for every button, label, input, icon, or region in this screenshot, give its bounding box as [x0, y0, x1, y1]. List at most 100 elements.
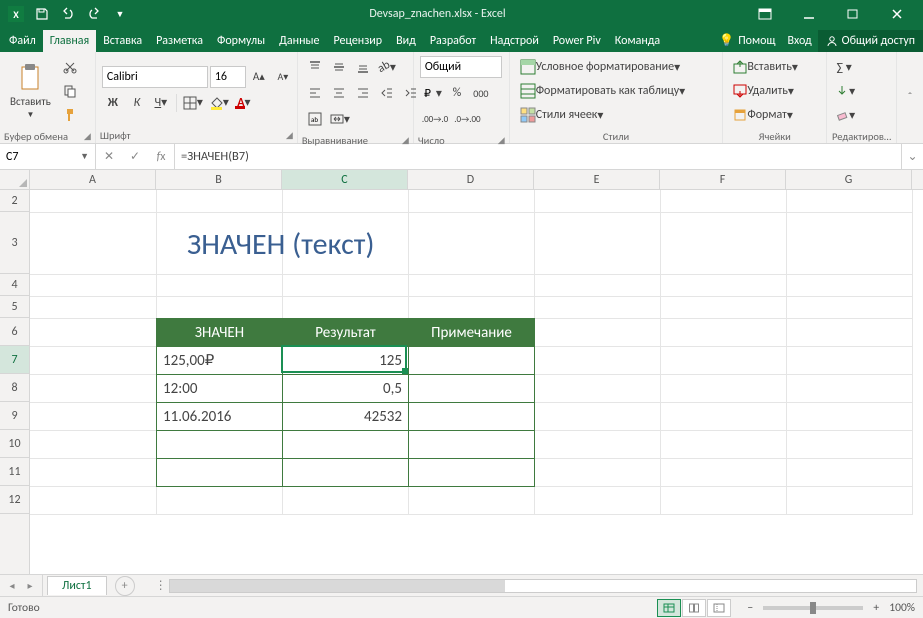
sheet-tab[interactable]: Лист1: [47, 576, 107, 595]
close-button[interactable]: [875, 0, 919, 28]
font-color-button[interactable]: A▾: [233, 92, 255, 114]
cell[interactable]: [409, 375, 535, 403]
name-box-input[interactable]: [6, 150, 76, 164]
row-header[interactable]: 9: [0, 402, 29, 430]
merge-center-button[interactable]: ▾: [328, 108, 352, 130]
table-header[interactable]: Примечание: [409, 319, 535, 347]
cell[interactable]: 0,5: [283, 375, 409, 403]
select-all-corner[interactable]: [0, 170, 30, 190]
name-box-dropdown[interactable]: ▼: [80, 151, 89, 162]
tab-home[interactable]: Главная: [43, 30, 96, 52]
minimize-button[interactable]: [787, 0, 831, 28]
number-format-combo[interactable]: [420, 56, 502, 78]
column-header[interactable]: E: [534, 170, 660, 189]
column-header[interactable]: C: [282, 170, 408, 189]
bold-button[interactable]: Ж: [102, 92, 124, 114]
fill-button[interactable]: ▾: [833, 80, 857, 102]
column-header[interactable]: A: [30, 170, 156, 189]
sign-in-link[interactable]: Вход: [781, 30, 817, 52]
save-button[interactable]: [30, 3, 54, 25]
font-name-combo[interactable]: [102, 66, 208, 88]
column-header[interactable]: B: [156, 170, 282, 189]
align-right-button[interactable]: [352, 82, 374, 104]
font-dialog-launcher[interactable]: ◢: [286, 130, 293, 141]
row-header[interactable]: 6: [0, 318, 29, 346]
page-break-view-button[interactable]: [707, 599, 731, 617]
formula-input[interactable]: =ЗНАЧЕН(B7): [175, 144, 901, 169]
worksheet-area[interactable]: 23456789101112 ЗНАЧЕН (текст) ЗНАЧЕН Рез…: [0, 190, 923, 574]
fill-color-button[interactable]: ▾: [207, 92, 231, 114]
align-middle-button[interactable]: [328, 56, 350, 78]
row-header[interactable]: 8: [0, 374, 29, 402]
table-header[interactable]: ЗНАЧЕН: [157, 319, 283, 347]
excel-app-icon[interactable]: X: [4, 3, 28, 25]
decrease-indent-button[interactable]: [376, 82, 398, 104]
cell[interactable]: [409, 431, 535, 459]
cell[interactable]: 125,00₽: [157, 347, 283, 375]
collapse-ribbon-button[interactable]: ˆ: [897, 52, 923, 143]
normal-view-button[interactable]: [657, 599, 681, 617]
copy-button[interactable]: [59, 80, 81, 102]
expand-formula-bar-button[interactable]: ⌄: [901, 144, 923, 169]
tell-me-search[interactable]: 💡 Помощ: [713, 29, 781, 52]
increase-decimal-button[interactable]: .00→.0: [420, 108, 450, 130]
zoom-level[interactable]: 100%: [889, 601, 915, 615]
tab-view[interactable]: Вид: [389, 30, 423, 52]
zoom-in-button[interactable]: +: [869, 601, 883, 615]
align-left-button[interactable]: [304, 82, 326, 104]
cell[interactable]: [409, 347, 535, 375]
row-header[interactable]: 11: [0, 458, 29, 486]
row-header[interactable]: 10: [0, 430, 29, 458]
tab-team[interactable]: Команда: [608, 30, 667, 52]
cell[interactable]: 12:00: [157, 375, 283, 403]
align-bottom-button[interactable]: [352, 56, 374, 78]
redo-button[interactable]: [82, 3, 106, 25]
tab-nav-first[interactable]: ◂: [4, 579, 20, 592]
row-header[interactable]: 12: [0, 486, 29, 514]
cell[interactable]: 42532: [283, 403, 409, 431]
cancel-formula-button[interactable]: ✕: [96, 149, 122, 164]
cell[interactable]: 11.06.2016: [157, 403, 283, 431]
tab-developer[interactable]: Разработ: [423, 30, 483, 52]
column-header[interactable]: G: [786, 170, 912, 189]
insert-function-button[interactable]: fx: [148, 150, 174, 164]
zoom-slider[interactable]: [763, 606, 863, 610]
row-header[interactable]: 7: [0, 346, 29, 374]
cell-title[interactable]: ЗНАЧЕН (текст): [187, 226, 375, 263]
tab-addins[interactable]: Надстрой: [483, 30, 546, 52]
tab-powerpivot[interactable]: Power Piv: [546, 30, 608, 52]
cell[interactable]: 125: [283, 347, 409, 375]
cell[interactable]: [283, 459, 409, 487]
enter-formula-button[interactable]: ✓: [122, 149, 148, 164]
clear-button[interactable]: ▾: [833, 104, 857, 126]
new-sheet-button[interactable]: +: [115, 576, 135, 596]
qat-customize-button[interactable]: ▼: [108, 3, 132, 25]
ribbon-display-options-button[interactable]: [743, 0, 787, 28]
percent-button[interactable]: %: [446, 82, 468, 104]
table-header[interactable]: Результат: [283, 319, 409, 347]
tab-pagelayout[interactable]: Разметка: [149, 30, 210, 52]
row-header[interactable]: 3: [0, 212, 29, 274]
format-cells-button[interactable]: Формат ▾: [729, 104, 797, 126]
share-button[interactable]: Общий доступ: [818, 30, 923, 52]
column-header[interactable]: F: [660, 170, 786, 189]
comma-button[interactable]: 000: [470, 82, 492, 104]
tab-data[interactable]: Данные: [272, 30, 326, 52]
autosum-button[interactable]: ∑ ▾: [833, 56, 855, 78]
clipboard-dialog-launcher[interactable]: ◢: [84, 131, 91, 142]
align-center-button[interactable]: [328, 82, 350, 104]
tab-nav-last[interactable]: ▸: [22, 579, 38, 592]
insert-cells-button[interactable]: Вставить ▾: [729, 56, 802, 78]
cell[interactable]: [283, 431, 409, 459]
format-painter-button[interactable]: [59, 104, 81, 126]
cell[interactable]: [409, 459, 535, 487]
font-size-combo[interactable]: [210, 66, 246, 88]
column-header[interactable]: D: [408, 170, 534, 189]
cell-styles-button[interactable]: Стили ячеек ▾: [516, 104, 608, 126]
name-box[interactable]: ▼: [0, 144, 96, 169]
align-top-button[interactable]: [304, 56, 326, 78]
undo-button[interactable]: [56, 3, 80, 25]
horizontal-scrollbar[interactable]: [169, 579, 917, 593]
row-header[interactable]: 4: [0, 274, 29, 296]
tab-review[interactable]: Рецензир: [326, 30, 389, 52]
